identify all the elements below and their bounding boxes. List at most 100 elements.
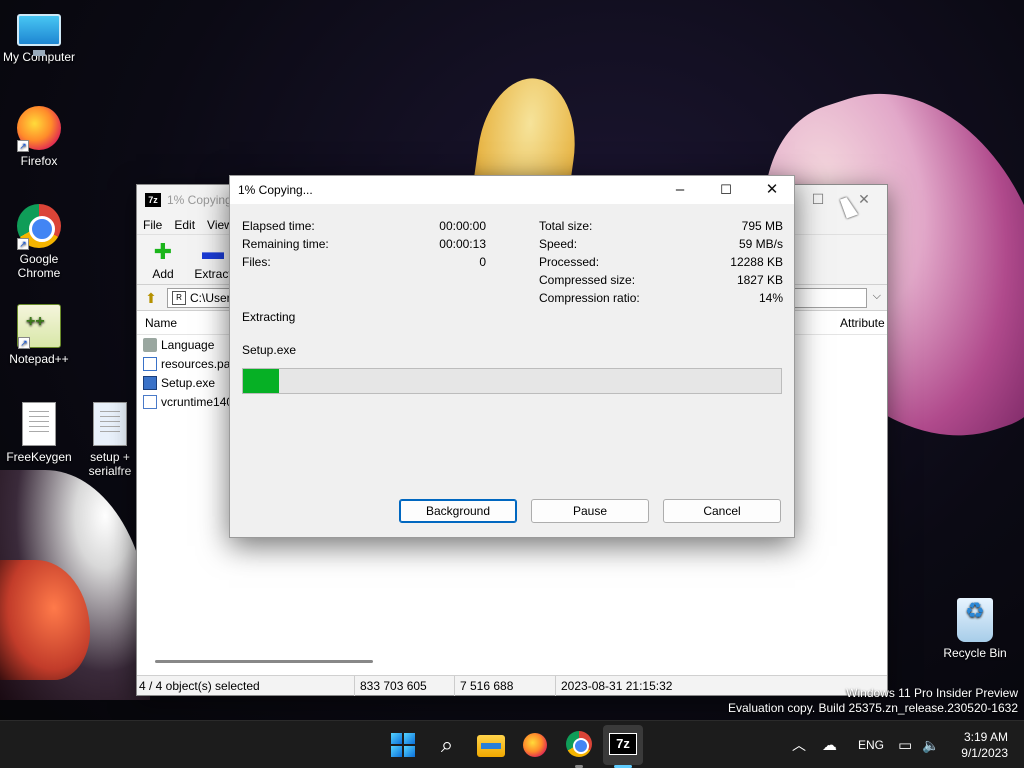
progress-bar bbox=[242, 368, 782, 394]
drive-icon: R bbox=[172, 290, 186, 305]
status-separator bbox=[354, 676, 355, 696]
notepadpp-icon: ↗ bbox=[17, 304, 61, 349]
menu-file[interactable]: File bbox=[143, 218, 162, 232]
maximize-icon[interactable]: ☐ bbox=[795, 191, 841, 208]
volume-icon[interactable]: 🔈 bbox=[922, 721, 939, 768]
column-attributes[interactable]: Attribute bbox=[840, 316, 885, 330]
files-value: 0 bbox=[479, 255, 486, 269]
dialog-title: 1% Copying... bbox=[238, 183, 313, 197]
progress-fill bbox=[243, 369, 280, 393]
shortcut-arrow-icon: ↗ bbox=[17, 140, 29, 152]
exe-icon bbox=[143, 375, 157, 390]
desktop-icon-label: Notepad++ bbox=[9, 352, 69, 366]
status-selected: 4 / 4 object(s) selected bbox=[139, 679, 260, 693]
file-name: Language bbox=[161, 337, 215, 352]
firefox-icon: ↗ bbox=[17, 106, 61, 152]
status-separator bbox=[454, 676, 455, 696]
firefox-icon[interactable] bbox=[523, 733, 547, 757]
chevron-down-icon[interactable]: ⌵ bbox=[873, 290, 881, 303]
plus-icon: ✚ bbox=[153, 239, 173, 264]
desktop-icon-notepadpp[interactable]: ↗ Notepad++ bbox=[0, 304, 78, 366]
current-file-label: Setup.exe bbox=[242, 343, 297, 357]
installer-icon bbox=[93, 402, 127, 446]
language-indicator[interactable]: ENG bbox=[858, 721, 884, 768]
desktop-icon-freekeygen[interactable]: FreeKeygen bbox=[0, 402, 78, 464]
search-icon[interactable]: ⌕ bbox=[433, 731, 461, 759]
chrome-icon: ↗ bbox=[17, 204, 61, 250]
chrome-icon[interactable] bbox=[566, 731, 592, 757]
watermark-line1: Windows 11 Pro Insider Preview bbox=[846, 686, 1018, 700]
minus-icon: ▬ bbox=[202, 239, 224, 264]
horizontal-scrollbar[interactable] bbox=[155, 660, 373, 663]
extract-button[interactable]: ▬ Extract bbox=[193, 239, 233, 282]
shortcut-arrow-icon: ↗ bbox=[17, 238, 29, 250]
file-name: Setup.exe bbox=[161, 375, 216, 390]
taskbar: ⌕ 7z ︿ ☁ ENG ▭ 🔈 3:19 AM 9/1/2023 bbox=[0, 720, 1024, 768]
monitor-icon bbox=[17, 14, 61, 56]
file-explorer-icon[interactable] bbox=[477, 735, 505, 757]
status-bar: 4 / 4 object(s) selected 833 703 605 7 5… bbox=[137, 675, 887, 696]
column-name[interactable]: Name bbox=[137, 316, 177, 330]
file-name: resources.pak bbox=[161, 356, 237, 371]
text-document-icon bbox=[22, 402, 56, 446]
compression-ratio-label: Compression ratio: bbox=[539, 291, 640, 305]
desktop-icon-label: Firefox bbox=[20, 154, 58, 168]
speed-value: 59 MB/s bbox=[738, 237, 783, 251]
processed-label: Processed: bbox=[539, 255, 600, 269]
total-size-value: 795 MB bbox=[741, 219, 783, 233]
desktop-icon-label: Google Chrome bbox=[17, 252, 61, 280]
pause-button[interactable]: Pause bbox=[531, 499, 649, 523]
compressed-size-label: Compressed size: bbox=[539, 273, 636, 287]
processed-value: 12288 KB bbox=[730, 255, 783, 269]
recycle-bin-icon bbox=[957, 598, 993, 642]
cancel-button[interactable]: Cancel bbox=[663, 499, 781, 523]
files-label: Files: bbox=[242, 255, 271, 269]
desktop-icon-setup[interactable]: setup + serialfre bbox=[78, 402, 142, 478]
minimize-icon[interactable]: – bbox=[657, 176, 703, 204]
watermark-line2: Evaluation copy. Build 25375.zn_release.… bbox=[728, 701, 1018, 715]
file-name: vcruntime140 bbox=[161, 394, 234, 409]
chevron-up-icon[interactable]: ︿ bbox=[792, 721, 806, 768]
status-size: 833 703 605 bbox=[360, 679, 427, 693]
windows-start-icon[interactable] bbox=[389, 731, 417, 759]
desktop-icon-label: FreeKeygen bbox=[6, 450, 72, 464]
7zip-taskbar-button[interactable]: 7z bbox=[603, 725, 643, 765]
menu-edit[interactable]: Edit bbox=[174, 218, 195, 232]
dialog-title-bar: 1% Copying... – ☐ ✕ bbox=[230, 176, 794, 204]
file-icon bbox=[143, 356, 157, 371]
desktop-icon-my-computer[interactable]: My Computer bbox=[0, 8, 78, 64]
7zip-logo-icon: 7z bbox=[609, 733, 637, 755]
speed-label: Speed: bbox=[539, 237, 578, 251]
operation-label: Extracting bbox=[242, 310, 296, 324]
dll-icon bbox=[143, 394, 157, 409]
maximize-icon[interactable]: ☐ bbox=[703, 176, 749, 204]
shortcut-arrow-icon: ↗ bbox=[18, 337, 30, 349]
desktop-icon-firefox[interactable]: ↗ Firefox bbox=[0, 106, 78, 168]
compression-ratio-value: 14% bbox=[758, 291, 783, 305]
status-separator bbox=[555, 676, 556, 696]
desktop-icon-label: setup + serialfre bbox=[88, 450, 132, 478]
add-button[interactable]: ✚ Add bbox=[143, 239, 183, 282]
desktop-icon-label: Recycle Bin bbox=[943, 646, 1007, 660]
remaining-time-label: Remaining time: bbox=[242, 237, 329, 251]
background-button[interactable]: Background bbox=[399, 499, 517, 523]
network-icon[interactable]: ▭ bbox=[898, 721, 912, 768]
clock[interactable]: 3:19 AM 9/1/2023 bbox=[961, 729, 1008, 761]
elapsed-time-label: Elapsed time: bbox=[242, 219, 315, 233]
desktop-icon-chrome[interactable]: ↗ Google Chrome bbox=[0, 204, 78, 280]
remaining-time-value: 00:00:13 bbox=[439, 237, 486, 251]
desktop-icon-recycle-bin[interactable]: Recycle Bin bbox=[936, 598, 1014, 660]
clock-date: 9/1/2023 bbox=[961, 746, 1008, 760]
7zip-logo-icon: 7z bbox=[145, 193, 161, 207]
folder-icon bbox=[143, 337, 157, 352]
elapsed-time-value: 00:00:00 bbox=[439, 219, 486, 233]
folder-up-icon[interactable]: ⬆ bbox=[141, 288, 161, 308]
cloud-offline-icon[interactable]: ☁ bbox=[822, 721, 837, 768]
copying-dialog: 1% Copying... – ☐ ✕ Elapsed time: 00:00:… bbox=[229, 175, 795, 538]
close-icon[interactable]: ✕ bbox=[749, 176, 795, 204]
clock-time: 3:19 AM bbox=[963, 730, 1008, 744]
compressed-size-value: 1827 KB bbox=[736, 273, 783, 287]
total-size-label: Total size: bbox=[539, 219, 593, 233]
extract-label: Extract bbox=[194, 267, 232, 281]
status-packed: 7 516 688 bbox=[460, 679, 514, 693]
